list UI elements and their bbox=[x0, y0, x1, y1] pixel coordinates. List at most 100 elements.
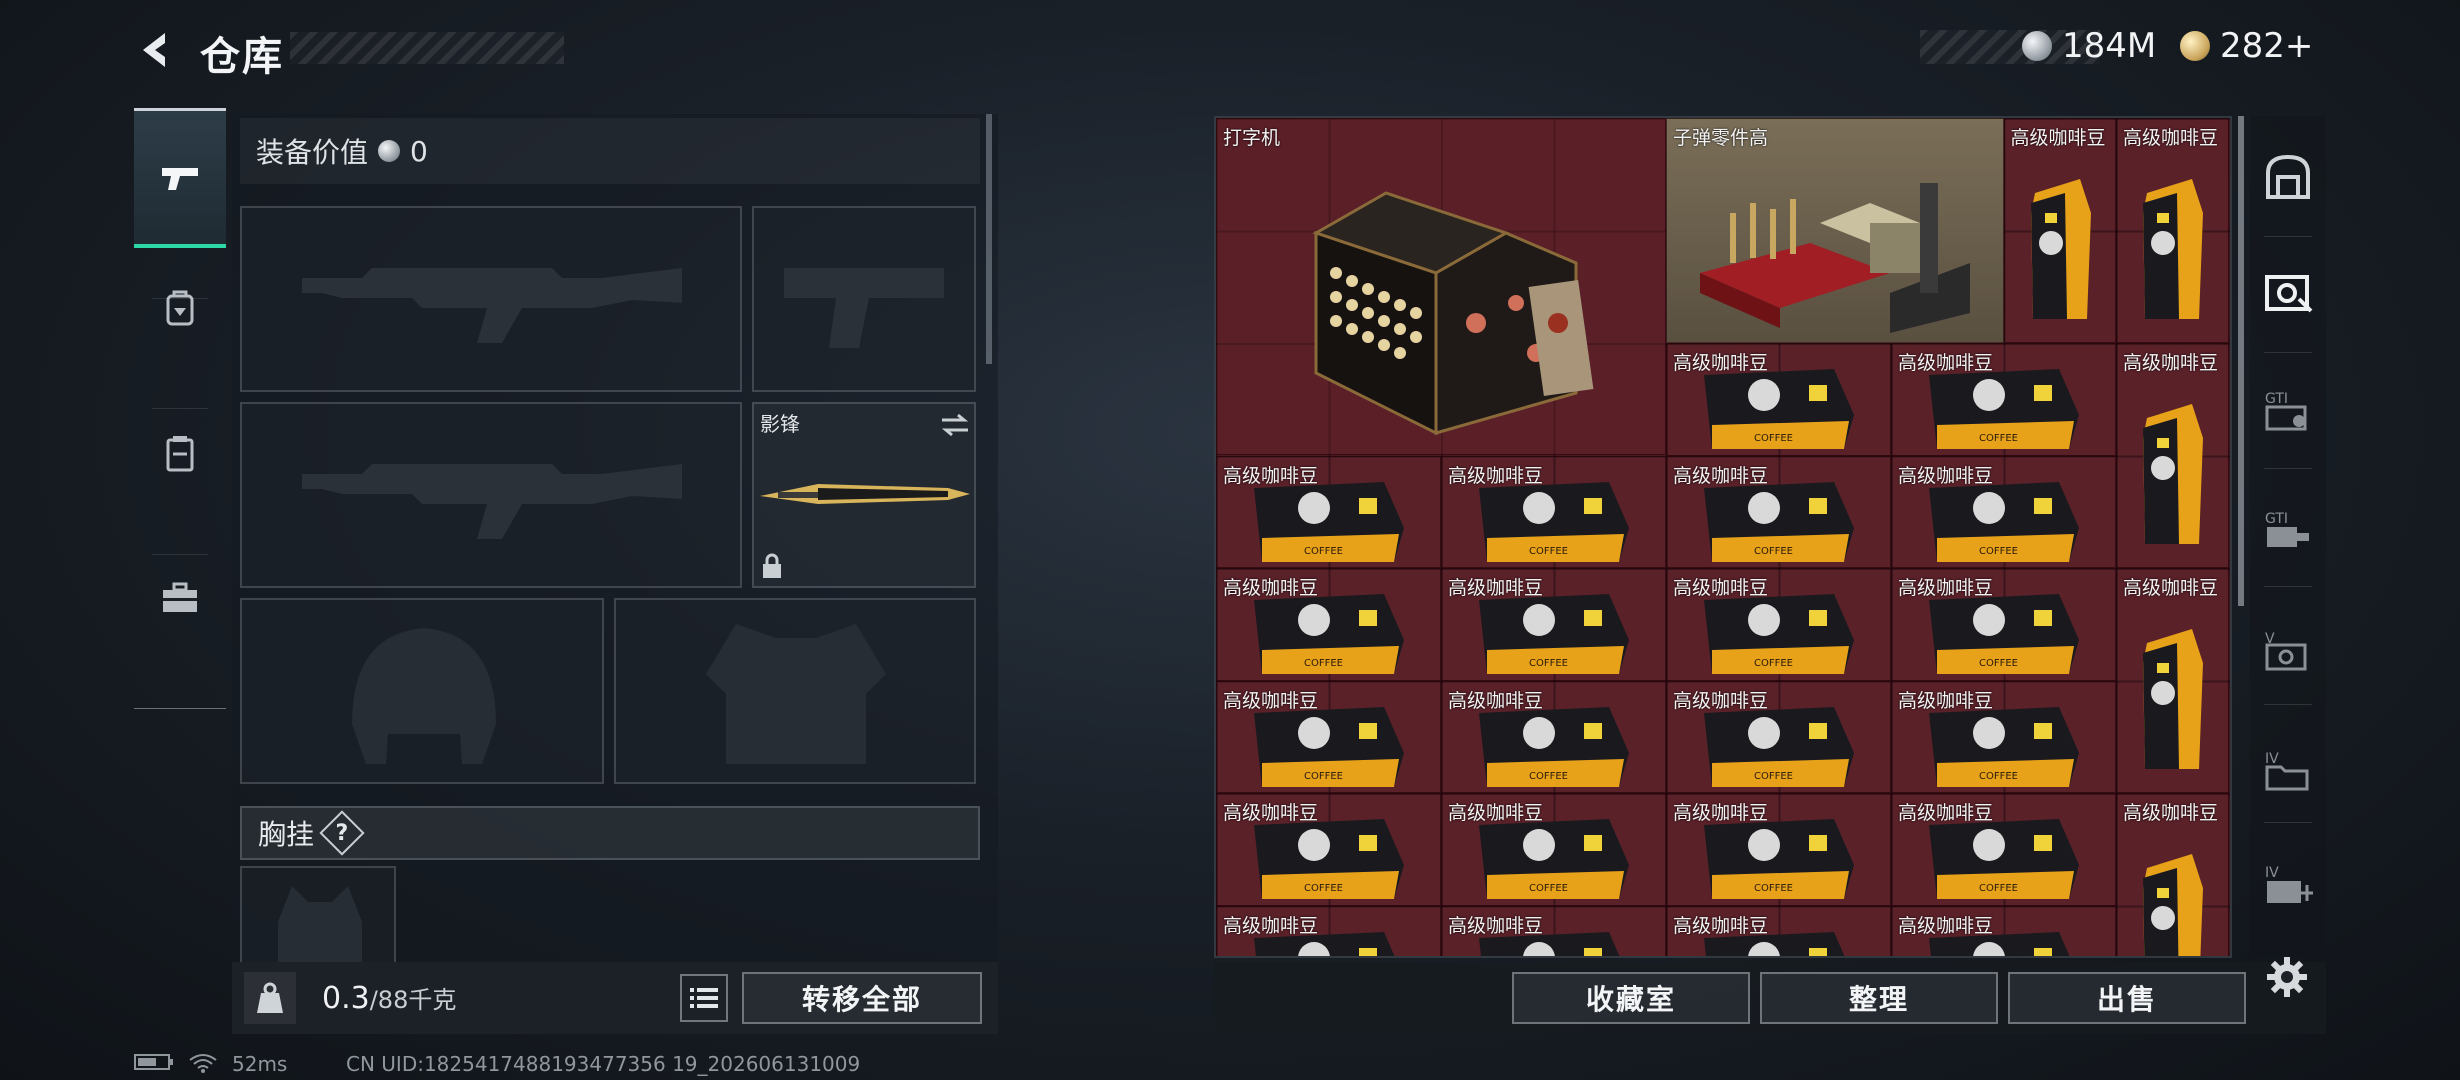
item-name: 高级咖啡豆 bbox=[2123, 802, 2219, 824]
storage-item-coffee-beans[interactable]: 高级咖啡豆COFFEE bbox=[1216, 680, 1441, 793]
back-button[interactable] bbox=[128, 22, 184, 78]
storage-item-coffee-beans[interactable]: 高级咖啡豆COFFEE bbox=[1441, 455, 1666, 568]
swap-icon[interactable] bbox=[940, 412, 970, 438]
storage-item-coffee-beans[interactable]: 高级咖啡豆COFFEE bbox=[1216, 793, 1441, 906]
storage-item-coffee-beans[interactable]: 高级咖啡豆COFFEE bbox=[1891, 455, 2116, 568]
collection-room-button[interactable]: 收藏室 bbox=[1512, 972, 1750, 1024]
sidenav-item-armor[interactable] bbox=[134, 238, 226, 378]
coffee-bag-icon: COFFEE bbox=[1478, 819, 1629, 900]
help-button[interactable]: ? bbox=[319, 810, 365, 856]
svg-text:COFFEE: COFFEE bbox=[1304, 883, 1343, 894]
gold-coin-icon bbox=[2180, 31, 2210, 61]
primary-weapon-slot[interactable] bbox=[240, 206, 742, 392]
v-box-icon: V bbox=[2265, 631, 2307, 671]
battery-icon bbox=[134, 1052, 174, 1077]
storage-item-coffee-beans[interactable]: 高级咖啡豆COFFEE bbox=[1441, 568, 1666, 681]
body-armor-slot[interactable] bbox=[614, 598, 976, 784]
storage-item-coffee-beans[interactable]: 高级咖啡豆 bbox=[2116, 118, 2229, 343]
list-view-button[interactable] bbox=[680, 974, 728, 1022]
sell-button[interactable]: 出售 bbox=[2008, 972, 2246, 1024]
organize-button[interactable]: 整理 bbox=[1760, 972, 1998, 1024]
melee-slot[interactable]: 影锋 bbox=[752, 402, 976, 588]
storage-item-coffee-beans[interactable]: 高级咖啡豆 bbox=[2116, 343, 2229, 568]
coffee-bag-icon: COFFEE bbox=[1253, 481, 1404, 562]
svg-text:COFFEE: COFFEE bbox=[1979, 771, 2018, 782]
rightnav-item-v-box[interactable]: V bbox=[2250, 594, 2326, 706]
equipment-value-header: 装备价值 0 bbox=[240, 118, 980, 184]
sidenav-item-toolbox[interactable] bbox=[134, 528, 226, 668]
rightnav-item-iv-folder[interactable]: IV bbox=[2250, 714, 2326, 826]
sidenav-item-weapons[interactable] bbox=[134, 108, 226, 248]
backpack-icon bbox=[166, 290, 194, 326]
storage-item-coffee-beans[interactable]: 高级咖啡豆COFFEE bbox=[1891, 905, 2116, 956]
svg-text:COFFEE: COFFEE bbox=[1754, 546, 1793, 557]
storage-item-coffee-beans[interactable]: 高级咖啡豆COFFEE bbox=[1891, 568, 2116, 681]
coffee-bag-icon bbox=[2030, 179, 2091, 320]
settings-button[interactable] bbox=[2262, 952, 2312, 1002]
rightnav-item-safe[interactable] bbox=[2250, 120, 2326, 232]
item-name: 高级咖啡豆 bbox=[2123, 577, 2219, 599]
list-icon bbox=[690, 988, 718, 1008]
toolbox-icon bbox=[163, 582, 197, 612]
coffee-bag-icon: COFFEE bbox=[1253, 706, 1404, 787]
sidearm-slot[interactable] bbox=[752, 206, 976, 392]
rightnav-item-gti-tool[interactable]: GTI bbox=[2250, 354, 2326, 466]
storage-item-coffee-beans[interactable]: 高级咖啡豆 bbox=[2116, 568, 2229, 793]
storage-item-coffee-beans[interactable]: 高级咖啡豆 bbox=[2116, 793, 2229, 956]
iv-add-icon: IV bbox=[2265, 865, 2313, 903]
sidenav-item-gear[interactable] bbox=[134, 384, 226, 524]
storage-item-coffee-beans[interactable]: 高级咖啡豆COFFEE bbox=[1666, 455, 1891, 568]
storage-grid[interactable]: 打字机 子弹零件高 高级咖啡豆 COFFEE 高级咖啡豆 COFFEE 高级咖啡… bbox=[1214, 116, 2232, 958]
chest-rig-slot[interactable] bbox=[240, 866, 396, 962]
storage-item-ammo-parts[interactable]: 子弹零件高 bbox=[1666, 118, 2004, 343]
melee-label: 影锋 bbox=[760, 412, 800, 436]
rightnav-item-iv-add[interactable]: IV bbox=[2250, 828, 2326, 940]
storage-item-coffee-beans[interactable]: 高级咖啡豆COFFEE bbox=[1441, 680, 1666, 793]
svg-text:COFFEE: COFFEE bbox=[1979, 658, 2018, 669]
item-name: 子弹零件高 bbox=[1673, 127, 1769, 149]
silver-coin-icon bbox=[378, 140, 401, 162]
svg-text:COFFEE: COFFEE bbox=[1304, 658, 1343, 669]
helmet-slot[interactable] bbox=[240, 598, 604, 784]
item-name: 高级咖啡豆 bbox=[2123, 352, 2219, 374]
armor-silhouette-icon bbox=[706, 624, 886, 764]
svg-text:COFFEE: COFFEE bbox=[1304, 546, 1343, 557]
storage-item-coffee-beans[interactable]: 高级咖啡豆 bbox=[2003, 118, 2116, 343]
rightnav-item-filter-box[interactable] bbox=[2250, 236, 2326, 348]
iv-folder-icon: IV bbox=[2265, 751, 2309, 791]
coffee-bag-icon: COFFEE bbox=[1478, 594, 1629, 675]
storage-item-coffee-beans[interactable]: 高级咖啡豆COFFEE bbox=[1666, 343, 1891, 456]
coffee-bag-icon: COFFEE bbox=[1928, 706, 2079, 787]
storage-item-coffee-beans[interactable]: 高级咖啡豆COFFEE bbox=[1216, 905, 1441, 956]
storage-item-coffee-beans[interactable]: 高级咖啡豆COFFEE bbox=[1891, 680, 2116, 793]
secondary-weapon-slot[interactable] bbox=[240, 402, 742, 588]
storage-item-coffee-beans[interactable]: 高级咖啡豆COFFEE bbox=[1666, 568, 1891, 681]
lock-icon bbox=[763, 553, 781, 578]
transfer-all-button[interactable]: 转移全部 bbox=[742, 972, 982, 1024]
storage-item-coffee-beans[interactable]: 高级咖啡豆COFFEE bbox=[1666, 905, 1891, 956]
storage-item-coffee-beans[interactable]: 高级咖啡豆COFFEE bbox=[1441, 905, 1666, 956]
storage-item-coffee-beans[interactable]: 高级咖啡豆COFFEE bbox=[1216, 568, 1441, 681]
weight-icon bbox=[244, 972, 296, 1024]
carry-weight-current: 0.3 bbox=[322, 981, 370, 1016]
coffee-bag-icon bbox=[2143, 404, 2204, 545]
rightnav-item-gti-vehicle[interactable]: GTI bbox=[2250, 474, 2326, 586]
gold-currency[interactable]: 282+ bbox=[2180, 26, 2313, 66]
storage-item-coffee-beans[interactable]: 高级咖啡豆COFFEE bbox=[1666, 793, 1891, 906]
silver-coin-icon bbox=[2022, 31, 2052, 61]
storage-item-coffee-beans[interactable]: 高级咖啡豆COFFEE bbox=[1216, 455, 1441, 568]
svg-text:COFFEE: COFFEE bbox=[1754, 883, 1793, 894]
storage-item-typewriter[interactable]: 打字机 bbox=[1216, 118, 1666, 455]
equipment-scrollbar[interactable] bbox=[986, 114, 992, 364]
svg-text:COFFEE: COFFEE bbox=[1754, 433, 1793, 444]
ammo-parts-icon bbox=[1700, 183, 1970, 334]
storage-item-coffee-beans[interactable]: 高级咖啡豆COFFEE bbox=[1441, 793, 1666, 906]
coffee-bag-icon bbox=[2143, 629, 2204, 770]
storage-item-coffee-beans[interactable]: 高级咖啡豆COFFEE bbox=[1891, 793, 2116, 906]
storage-item-coffee-beans[interactable]: 高级咖啡豆COFFEE bbox=[1666, 680, 1891, 793]
coffee-bag-icon: COFFEE bbox=[1928, 481, 2079, 562]
back-arrow-icon bbox=[143, 33, 165, 67]
storage-item-coffee-beans[interactable]: 高级咖啡豆COFFEE bbox=[1891, 343, 2116, 456]
coffee-bag-icon: COFFEE bbox=[1928, 931, 2070, 956]
storage-scrollbar[interactable] bbox=[2238, 116, 2244, 606]
